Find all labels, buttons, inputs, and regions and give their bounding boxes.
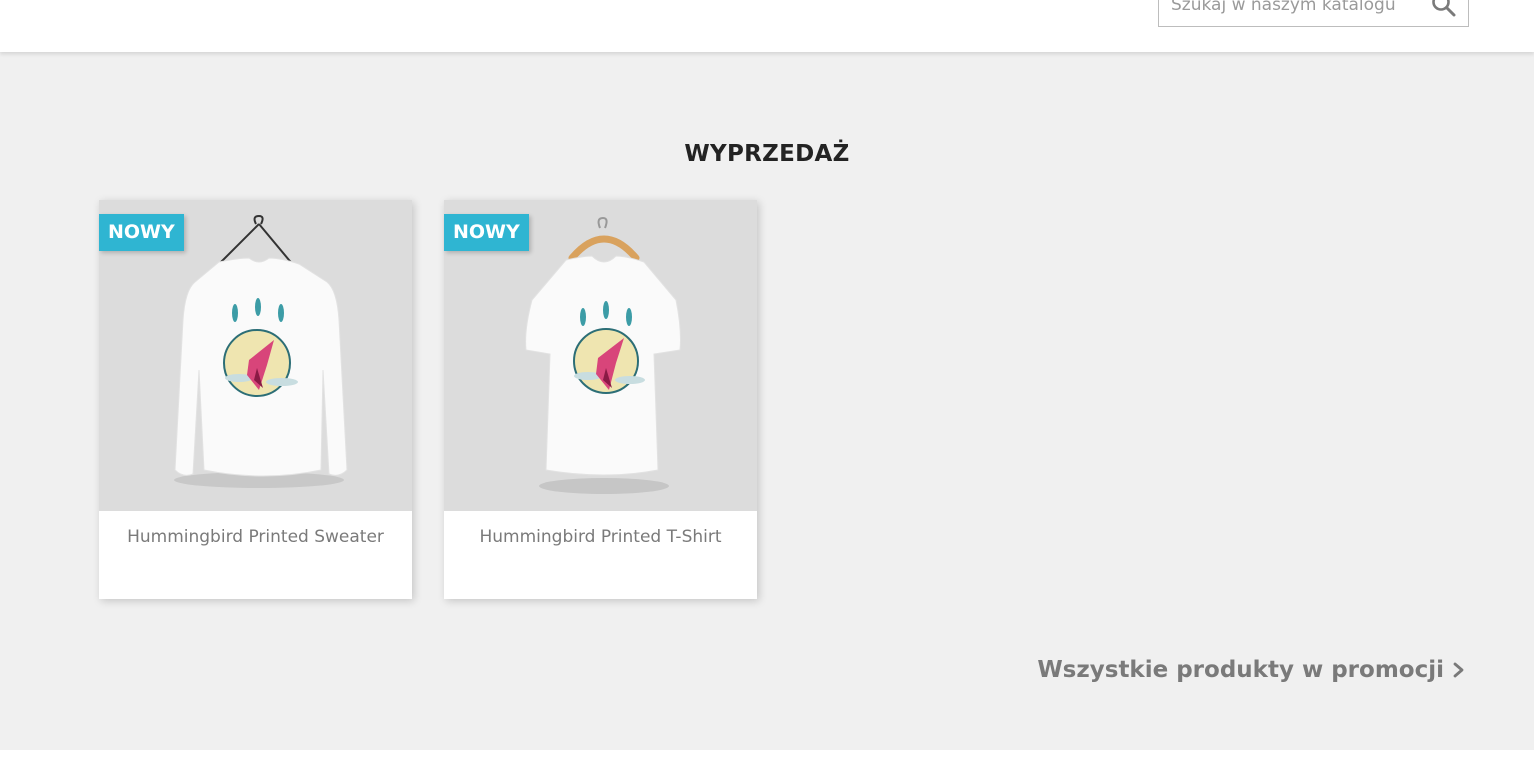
all-sale-products-label: Wszystkie produkty w promocji (1037, 657, 1444, 683)
product-card: NOWY Hummingbird Printed Sweater (99, 200, 412, 599)
search-widget (1158, 0, 1469, 27)
search-input[interactable] (1171, 0, 1421, 21)
search-icon (1432, 0, 1456, 17)
search-button[interactable] (1430, 0, 1458, 19)
section-title: WYPRZEDAŻ (684, 141, 850, 167)
all-sale-products-link[interactable]: Wszystkie produkty w promocji (1037, 657, 1466, 683)
footer-edge (0, 750, 1534, 776)
chevron-right-icon (1453, 662, 1464, 678)
new-badge: NOWY (444, 214, 529, 251)
new-badge: NOWY (99, 214, 184, 251)
product-card: NOWY Hummingbird Printed T-Shirt (444, 200, 757, 599)
product-name-link[interactable]: Hummingbird Printed Sweater (99, 527, 412, 547)
header (0, 0, 1534, 52)
product-name-link[interactable]: Hummingbird Printed T-Shirt (444, 527, 757, 547)
